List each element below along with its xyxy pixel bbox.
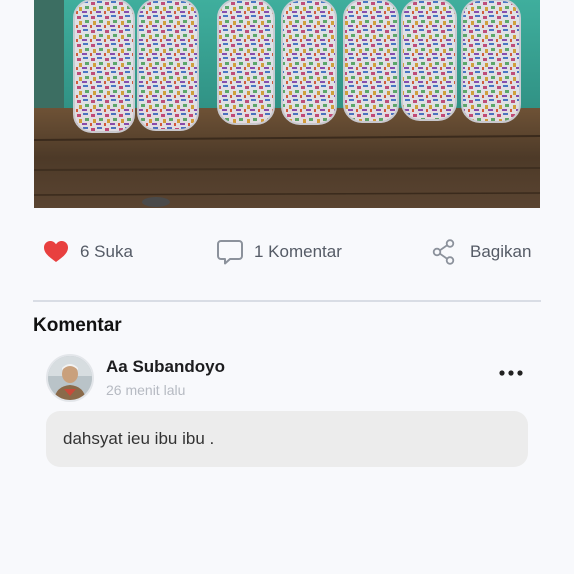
more-icon [499, 363, 523, 381]
share-icon [430, 238, 458, 266]
comment-text: dahsyat ieu ibu ibu . [63, 429, 215, 448]
comment-icon [216, 238, 244, 266]
more-options-button[interactable] [494, 360, 528, 384]
section-divider [33, 300, 541, 302]
avatar-image [48, 356, 92, 400]
heart-icon [42, 238, 70, 266]
post-actions: 6 Suka 1 Komentar Bagikan [34, 234, 540, 270]
comment-count: 1 Komentar [254, 242, 342, 261]
comment-bubble: dahsyat ieu ibu ibu . [46, 411, 528, 467]
bottles-photo-image [34, 0, 540, 208]
like-count: 6 Suka [80, 242, 133, 261]
share-label: Bagikan [470, 242, 532, 261]
comment-button[interactable]: 1 Komentar [216, 234, 342, 270]
share-button[interactable]: Bagikan [430, 234, 531, 270]
like-button[interactable]: 6 Suka [42, 234, 133, 270]
comments-heading: Komentar [33, 315, 122, 336]
comment-author[interactable]: Aa Subandoyo [106, 357, 225, 377]
post-photo[interactable] [34, 0, 540, 208]
post-page: 6 Suka 1 Komentar Bagikan Komentar Aa Su… [0, 0, 574, 574]
avatar[interactable] [46, 354, 94, 402]
comment-time: 26 menit lalu [106, 382, 186, 398]
